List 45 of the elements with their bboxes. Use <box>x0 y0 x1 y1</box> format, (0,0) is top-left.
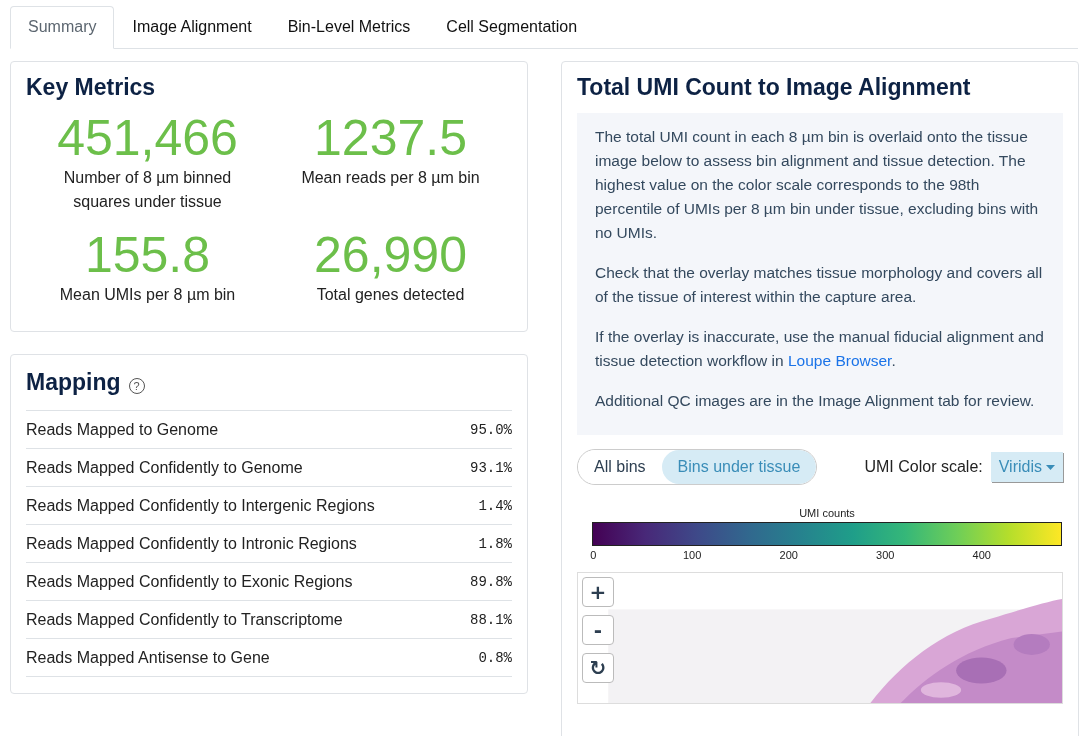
metric-value: 451,466 <box>57 111 238 166</box>
map-control-button[interactable]: ↻ <box>582 653 614 684</box>
metric-value: 155.8 <box>84 228 211 283</box>
metric-percent: 95.0% <box>470 421 512 438</box>
info-paragraph: Check that the overlay matches tissue morphology and covers all of the tissue of interest within the capture area. <box>595 263 1044 308</box>
tick-label: 0 <box>590 549 597 562</box>
card-title: Mapping <box>26 369 121 396</box>
tick-label: 400 <box>972 549 991 562</box>
metric-label: Total genes detected <box>315 285 466 305</box>
metric-percent: 0.8% <box>478 649 512 666</box>
map-control-button[interactable]: + <box>582 577 614 608</box>
tick-label: 100 <box>683 549 702 562</box>
tab[interactable]: Image Alignment <box>114 6 270 49</box>
info-paragraph: Additional QC images are in the Image Alignment tab for review. <box>595 391 1036 412</box>
metric-name: Reads Mapped Confidently to Intergenic Regions <box>26 496 375 515</box>
tab[interactable]: Bin-Level Metrics <box>269 6 429 49</box>
metric-percent: 88.1% <box>470 611 512 628</box>
metric-percent: 1.8% <box>478 535 512 552</box>
tab[interactable]: Cell Segmentation <box>428 6 596 49</box>
metric-name: Reads Mapped Confidently to Exonic Regions <box>26 572 353 591</box>
metric-value: 26,990 <box>314 228 467 283</box>
tick-label: 200 <box>779 549 798 562</box>
colorbar-title: UMI counts <box>798 507 856 520</box>
metric-percent: 93.1% <box>470 459 512 476</box>
metric-name: Reads Mapped Confidently to Transcriptome <box>26 610 343 629</box>
tab[interactable]: Summary <box>10 6 115 49</box>
metric-percent: 1.4% <box>478 497 512 514</box>
metric-label: Mean reads per 8 µm bin <box>300 168 481 188</box>
metric-name: Reads Mapped to Genome <box>26 420 219 439</box>
metric-name: Reads Mapped Antisense to Gene <box>26 648 270 667</box>
tick-label: 300 <box>876 549 895 562</box>
metric-name: Reads Mapped Confidently to Intronic Regions <box>26 534 357 553</box>
metric-name: Reads Mapped Confidently to Genome <box>26 458 303 477</box>
metric-percent: 89.8% <box>470 573 512 590</box>
info-paragraph: The total UMI count in each 8 µm bin is overlaid onto the tissue image below to assess bin alignment and tissue detection. The highest value on the color scale corresponds to the 98th percentile of UMIs per 8 µm bin under tissue, excluding bins with no UMIs. <box>595 127 1040 244</box>
metric-value: 1237.5 <box>314 111 467 166</box>
color-scale-label: UMI Color scale: <box>864 458 983 477</box>
metric-label: Mean UMIs per 8 µm bin <box>58 285 237 305</box>
card-title: Total UMI Count to Image Alignment <box>577 74 972 101</box>
loupe-browser-link[interactable]: Loupe Browser <box>788 352 892 370</box>
caret-icon <box>1046 464 1055 470</box>
info-paragraph: If the overlay is inaccurate, use the manual fiducial alignment and tissue detection workflow in Loupe Browser. <box>595 327 1045 372</box>
map-control-button[interactable]: - <box>582 615 614 646</box>
metric-label: Number of 8 µm binned squares under tissue <box>62 168 233 212</box>
card-title: Key Metrics <box>26 74 157 101</box>
